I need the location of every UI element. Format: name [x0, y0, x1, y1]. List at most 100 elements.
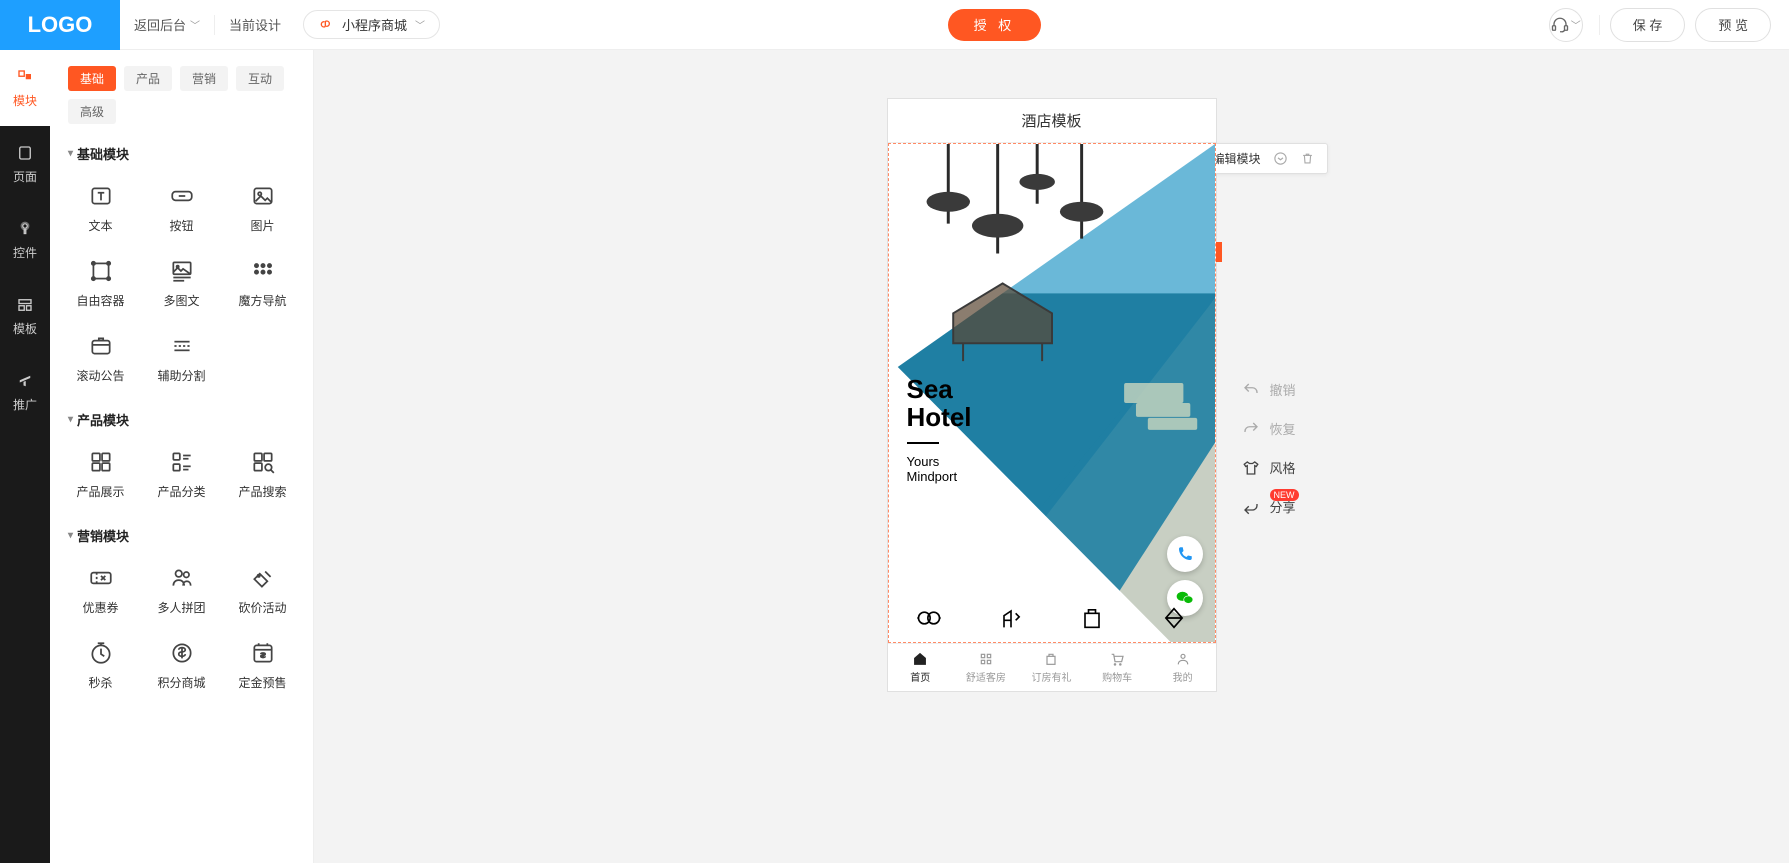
component-产品分类[interactable]: 产品分类: [141, 439, 222, 510]
component-icon: [250, 183, 276, 209]
hero-title-1: Sea: [907, 374, 953, 404]
phone-tabbar: 首页舒适客房订房有礼购物车我的: [888, 643, 1216, 691]
component-魔方导航[interactable]: 魔方导航: [222, 248, 303, 319]
back-label: 返回后台: [134, 15, 186, 34]
rail-icon: [16, 296, 34, 314]
tool-风格[interactable]: 风格: [1242, 458, 1296, 477]
left-rail: 模块页面控件模板推广: [0, 50, 50, 863]
tabbar-icon: [912, 651, 928, 667]
section-header[interactable]: 营销模块: [68, 526, 303, 545]
current-design-label: 当前设计: [215, 15, 295, 34]
delete-icon[interactable]: [1300, 151, 1315, 166]
component-icon: [169, 640, 195, 666]
save-button[interactable]: 保 存: [1610, 8, 1686, 42]
authorize-button[interactable]: 授 权: [948, 9, 1042, 41]
component-icon: [169, 333, 195, 359]
collapse-icon[interactable]: [1273, 151, 1288, 166]
component-辅助分割[interactable]: 辅助分割: [141, 323, 222, 394]
component-icon: [169, 258, 195, 284]
back-to-admin[interactable]: 返回后台 ﹀: [120, 15, 214, 34]
category-tabs: 基础产品营销互动高级: [60, 66, 303, 124]
shirt-icon: [1242, 459, 1260, 477]
component-icon: [169, 565, 195, 591]
component-icon: [88, 183, 114, 209]
new-badge: NEW: [1270, 489, 1299, 501]
component-sidebar: 基础产品营销互动高级 基础模块文本按钮图片自由容器多图文魔方导航滚动公告辅助分割…: [50, 50, 314, 863]
component-滚动公告[interactable]: 滚动公告: [60, 323, 141, 394]
tab-基础[interactable]: 基础: [68, 66, 116, 91]
tabbar-舒适客房[interactable]: 舒适客房: [953, 644, 1019, 691]
component-多人拼团[interactable]: 多人拼团: [141, 555, 222, 626]
component-icon: [169, 449, 195, 475]
tab-营销[interactable]: 营销: [180, 66, 228, 91]
component-icon: [250, 449, 276, 475]
rail-item-模板[interactable]: 模板: [0, 278, 50, 354]
design-name: 小程序商城: [342, 15, 407, 34]
tabbar-icon: [1175, 651, 1191, 667]
section-header[interactable]: 产品模块: [68, 410, 303, 429]
support-button[interactable]: ﹀: [1549, 8, 1583, 42]
component-按钮[interactable]: 按钮: [141, 173, 222, 244]
hero-sub-1: Yours: [907, 454, 940, 469]
rail-item-模块[interactable]: 模块: [0, 50, 50, 126]
component-产品展示[interactable]: 产品展示: [60, 439, 141, 510]
canvas-area: 酒店模板 编辑模块 SeaHotel: [314, 50, 1789, 863]
component-icon: [169, 183, 195, 209]
phone-preview: 酒店模板 编辑模块 SeaHotel: [887, 98, 1217, 692]
rail-item-页面[interactable]: 页面: [0, 126, 50, 202]
tabbar-购物车[interactable]: 购物车: [1084, 644, 1150, 691]
component-icon: [250, 565, 276, 591]
component-砍价活动[interactable]: 砍价活动: [222, 555, 303, 626]
tabbar-icon: [978, 651, 994, 667]
tabbar-首页[interactable]: 首页: [888, 644, 954, 691]
component-积分商城[interactable]: 积分商城: [141, 630, 222, 701]
tab-互动[interactable]: 互动: [236, 66, 284, 91]
component-定金预售[interactable]: 定金预售: [222, 630, 303, 701]
share-icon: [1242, 498, 1260, 516]
rail-icon: [16, 372, 34, 390]
component-自由容器[interactable]: 自由容器: [60, 248, 141, 319]
feature-icons: [889, 600, 1215, 636]
component-产品搜索[interactable]: 产品搜索: [222, 439, 303, 510]
rail-item-推广[interactable]: 推广: [0, 354, 50, 430]
rail-item-控件[interactable]: 控件: [0, 202, 50, 278]
component-icon: [88, 449, 114, 475]
canvas-tools: 撤销恢复风格分享NEW: [1242, 380, 1296, 516]
component-icon: [88, 640, 114, 666]
component-文本[interactable]: 文本: [60, 173, 141, 244]
preview-button[interactable]: 预 览: [1695, 8, 1771, 42]
phone-body[interactable]: SeaHotel YoursMindport: [888, 143, 1216, 643]
tabbar-订房有礼[interactable]: 订房有礼: [1019, 644, 1085, 691]
tabbar-我的[interactable]: 我的: [1150, 644, 1216, 691]
tool-撤销[interactable]: 撤销: [1242, 380, 1296, 399]
rail-icon: [16, 144, 34, 162]
edit-module-popover: 编辑模块: [1199, 143, 1327, 174]
component-多图文[interactable]: 多图文: [141, 248, 222, 319]
component-icon: [250, 258, 276, 284]
rail-icon: [16, 220, 34, 238]
tabbar-icon: [1043, 651, 1059, 667]
phone-title: 酒店模板: [888, 99, 1216, 143]
hero-title-2: Hotel: [907, 402, 972, 432]
tool-分享[interactable]: 分享NEW: [1242, 497, 1296, 516]
component-icon: [88, 565, 114, 591]
component-icon: [88, 258, 114, 284]
miniprogram-icon: [318, 17, 334, 33]
design-selector[interactable]: 小程序商城 ﹀: [303, 10, 440, 39]
undo-icon: [1242, 381, 1260, 399]
tab-高级[interactable]: 高级: [68, 99, 116, 124]
redo-icon: [1242, 420, 1260, 438]
logo: LOGO: [0, 0, 120, 50]
section-header[interactable]: 基础模块: [68, 144, 303, 163]
component-秒杀[interactable]: 秒杀: [60, 630, 141, 701]
component-icon: [250, 640, 276, 666]
phone-call-fab[interactable]: [1167, 536, 1203, 572]
component-优惠券[interactable]: 优惠券: [60, 555, 141, 626]
tool-恢复[interactable]: 恢复: [1242, 419, 1296, 438]
tab-产品[interactable]: 产品: [124, 66, 172, 91]
edit-module-label[interactable]: 编辑模块: [1212, 150, 1260, 167]
chevron-down-icon: ﹀: [1571, 17, 1581, 32]
component-图片[interactable]: 图片: [222, 173, 303, 244]
hero-sub-2: Mindport: [907, 469, 958, 484]
tabbar-icon: [1109, 651, 1125, 667]
